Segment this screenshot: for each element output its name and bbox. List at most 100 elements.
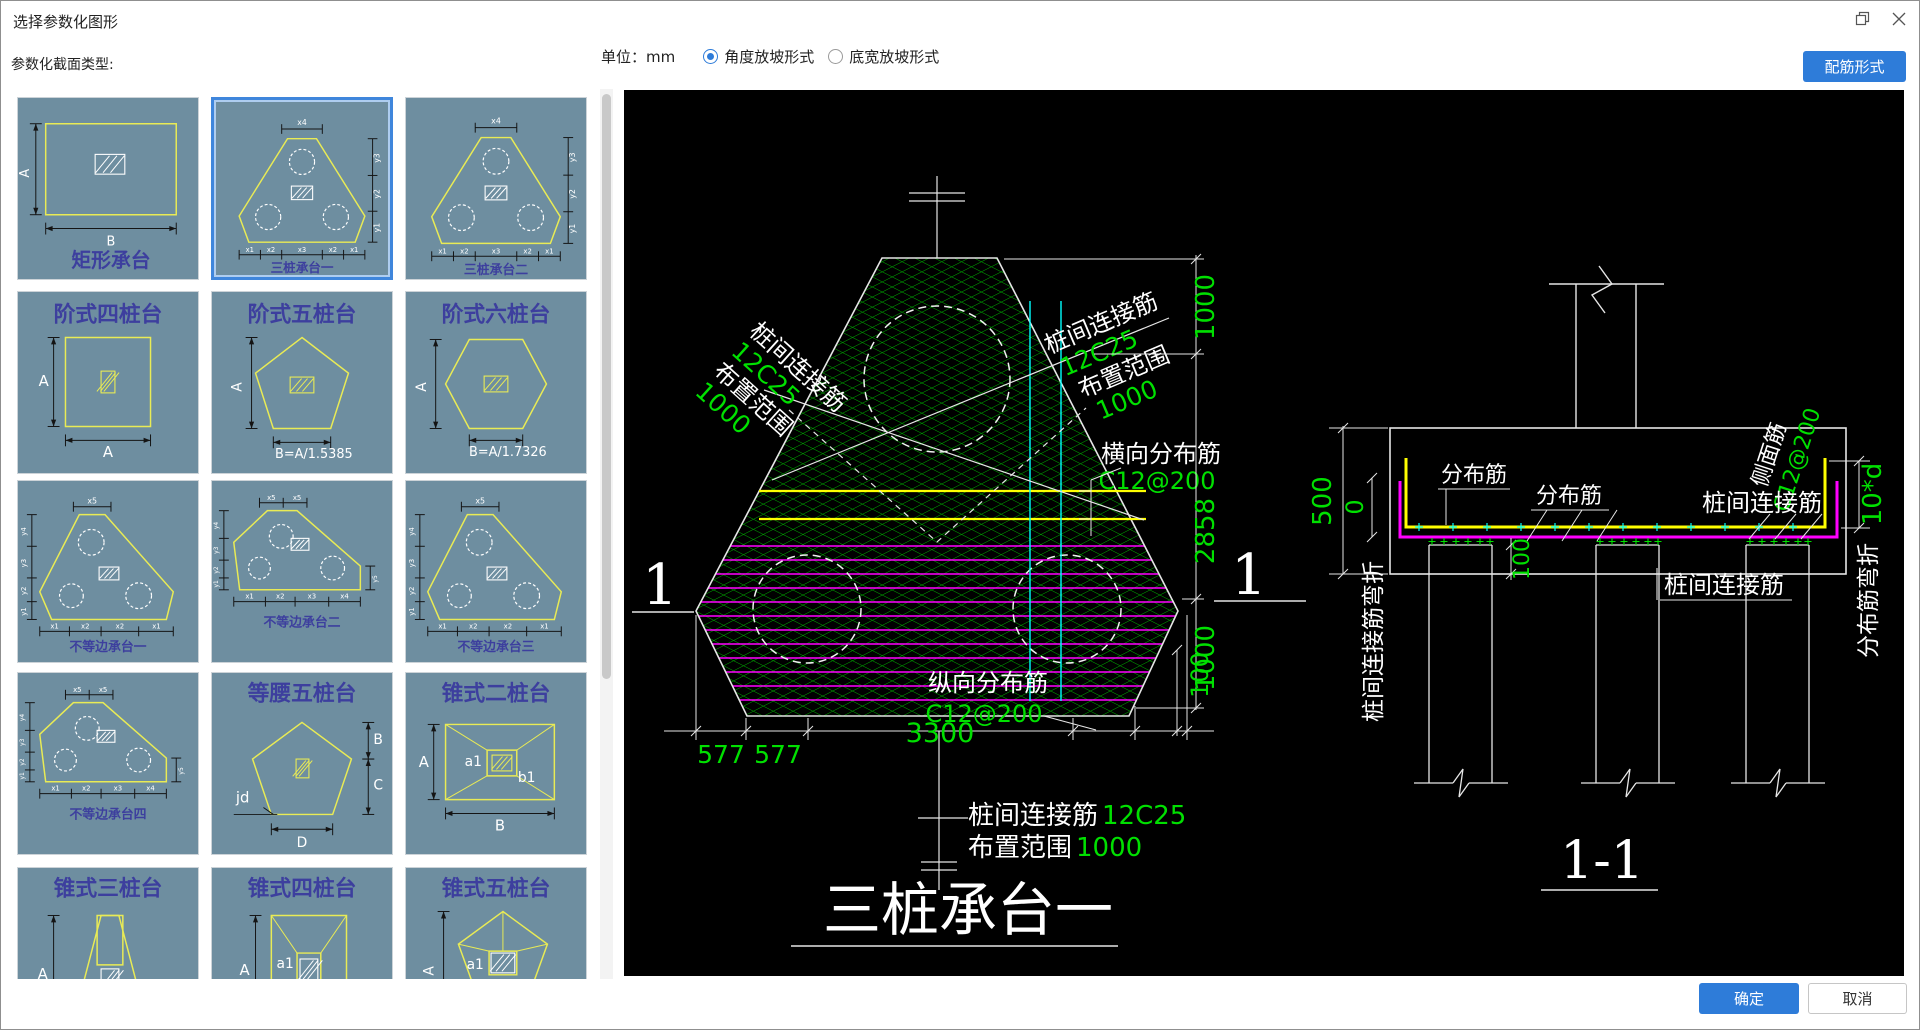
section-title: 1-1 [1560, 831, 1644, 891]
dim-100-lines [1171, 644, 1183, 737]
radio-bottomwidth-slope[interactable]: 底宽放坡形式 [828, 46, 939, 67]
thumb-dim-label: y2 [19, 758, 26, 766]
thumb-label: 阶式六桩台 [442, 302, 551, 328]
radio-bottomwidth-slope-label: 底宽放坡形式 [849, 48, 940, 66]
thumb-dim-label: y3 [20, 559, 28, 567]
thumb-dim-label: y1 [372, 223, 381, 233]
thumbnail: 锥式二桩台 a1 b1 A B [419, 681, 556, 834]
shape-tile[interactable]: A B 矩形承台 [17, 97, 199, 280]
thumb-label: 锥式二桩台 [442, 681, 551, 707]
thumb-label: 三桩承台二 [464, 262, 528, 278]
thumb-dim-label: A [422, 966, 438, 976]
thumb-label: 锥式四桩台 [248, 876, 357, 902]
thumb-dim-label: a1 [465, 754, 482, 770]
conn-bottom-label: 桩间连接筋 [1664, 571, 1784, 599]
shape-tile[interactable]: x5 x5 y4 y3 y2 y1 y5 x1 x2 x3 x4 不等边承台四 [17, 672, 199, 855]
close-icon[interactable] [1891, 11, 1907, 27]
ok-button[interactable]: 确定 [1699, 983, 1799, 1014]
thumbnail: 阶式四桩台 A A [39, 302, 163, 461]
transverse-label: 横向分布筋 [1101, 440, 1221, 468]
bottom-range-value: 1000 [1076, 833, 1142, 863]
thumbnail: x5 x5 y4 y3 y2 y1 y5 x1 x2 x3 x4 不等边承台二 [213, 494, 379, 631]
bottom-range-label: 布置范围 [968, 833, 1072, 863]
shape-tile[interactable]: x5 y4 y3 y2 y1 x1 x2 x2 x1 不等边承台一 [17, 480, 199, 663]
transverse-value: C12@200 [1098, 467, 1215, 495]
thumb-dim-label: A [240, 962, 251, 979]
rebar-ticks-green [1428, 538, 1812, 545]
shape-tile[interactable]: 等腰五桩台 jd B C D [211, 672, 393, 855]
thumb-dim-label: A [414, 382, 430, 392]
shape-tile[interactable]: x5 y4 y3 y2 y1 x1 x2 x2 x1 不等边承台三 [405, 480, 587, 663]
thumb-label: 不等边承台四 [69, 806, 146, 822]
thumb-label: 阶式四桩台 [54, 302, 163, 328]
thumb-dim-label: y3 [19, 738, 26, 746]
thumb-dim-label: y2 [213, 566, 220, 574]
thumb-label: 锥式三桩台 [54, 876, 163, 902]
thumb-dim-label: y4 [408, 527, 416, 535]
conn-bend-label: 桩间连接筋弯折 [1361, 561, 1387, 722]
shape-tile[interactable]: 锥式四桩台 Aa1 [211, 867, 393, 979]
bottom-note-leader [918, 731, 968, 890]
shape-tile[interactable]: x4 y3 y2 y1 x1 x2 x3 x2 x1 三桩承台二 [405, 97, 587, 280]
dim-label: 500 [1308, 476, 1338, 526]
thumbnail: 锥式四桩台 A a1 [240, 876, 357, 979]
scrollbar-thumb[interactable] [602, 94, 611, 679]
thumb-dim-label: B=A/1.7326 [469, 445, 547, 460]
radio-angle-slope[interactable]: 角度放坡形式 [703, 46, 814, 67]
unit-value: mm [646, 47, 676, 66]
thumbnail: x4 y3 y2 y1 x1 x2 x3 x2 x1 三桩承台一 [238, 118, 381, 275]
thumb-label: 锥式五桩台 [442, 876, 551, 902]
thumb-dim-label: x1 [51, 785, 59, 793]
shape-tile[interactable]: x5 x5 y4 y3 y2 y1 y5 x1 x2 x3 x4 不等边承台二 [211, 480, 393, 663]
thumb-dim-label: C [373, 778, 383, 794]
restore-window-icon[interactable] [1855, 11, 1871, 27]
thumb-dim-label: x3 [308, 593, 316, 601]
thumb-dim-label: x2 [329, 246, 337, 254]
shape-tile[interactable]: 阶式五桩台 A B=A/1.5385 [211, 291, 393, 474]
dist-label-2: 分布筋 [1536, 484, 1602, 509]
rebar-style-button[interactable]: 配筋形式 [1803, 51, 1906, 82]
thumb-dim-label: y3 [213, 546, 220, 554]
section-marker-left: 1 [642, 553, 678, 618]
thumb-dim-label: y1 [213, 580, 220, 588]
thumb-dim-label: x4 [297, 118, 307, 127]
thumb-dim-label: x3 [492, 247, 500, 255]
parametric-shape-dialog: 选择参数化图形 参数化截面类型: 单位： mm 角度放坡形式 底宽放坡形式 配筋… [0, 0, 1920, 1030]
thumb-dim-label: y3 [568, 152, 577, 162]
bottom-note-value: 12C25 [1102, 801, 1186, 831]
thumb-dim-label: x4 [491, 117, 501, 126]
thumb-dim-label: y1 [408, 607, 416, 615]
cad-canvas: 桩间连接筋 12C25 布置范围 1000 桩间连接筋 12C25 布置范围 1… [624, 90, 1904, 976]
thumb-dim-label: A [38, 966, 49, 979]
cancel-button[interactable]: 取消 [1808, 983, 1907, 1014]
thumbnail: x5 y4 y3 y2 y1 x1 x2 x2 x1 不等边承台三 [408, 497, 563, 655]
dim-label: 100 [1186, 652, 1214, 698]
thumbnail: 阶式五桩台 A B=A/1.5385 [230, 302, 357, 462]
section-marker-right: 1 [1231, 543, 1267, 608]
section-type-panel: A B 矩形承台 x4 y3 y2 y1 x1 x2 x3 x2 x1 三桩承台一 x4 y3 y2 y1 x1 x… [11, 89, 613, 979]
shape-tile[interactable]: 阶式四桩台 A A [17, 291, 199, 474]
shape-tile[interactable]: 阶式六桩台 A B=A/1.7326 [405, 291, 587, 474]
dialog-title: 选择参数化图形 [13, 13, 119, 31]
dim-label: 577 [697, 740, 745, 769]
conn-top-leader [1748, 513, 1823, 540]
shape-tile[interactable]: 锥式二桩台 a1 b1 A B [405, 672, 587, 855]
thumb-dim-label: x4 [146, 785, 154, 793]
shape-tile[interactable]: 锥式三桩台 Aa1 [17, 867, 199, 979]
thumb-dim-label: y4 [213, 522, 220, 530]
dim-label: 1000 [1191, 274, 1221, 340]
shape-tile[interactable]: 锥式五桩台 Aa1 [405, 867, 587, 979]
panel-scrollbar[interactable] [600, 89, 613, 979]
shape-tile[interactable]: x4 y3 y2 y1 x1 x2 x3 x2 x1 三桩承台一 [211, 97, 393, 280]
unit-label: 单位： [601, 48, 647, 66]
thumbnail: A B矩形承台 [18, 122, 177, 272]
thumb-dim-label: y4 [19, 714, 26, 722]
thumbnail: 等腰五桩台 jd B C D [233, 681, 383, 851]
dim-label: 0 [1341, 499, 1369, 514]
thumb-dim-label: y5 [178, 767, 185, 775]
thumbnail: 阶式六桩台 A B=A/1.7326 [414, 302, 551, 461]
thumb-label: 阶式五桩台 [248, 302, 357, 328]
dist-label-1: 分布筋 [1441, 463, 1507, 488]
dist-bend-label: 分布筋弯折 [1856, 543, 1882, 658]
thumb-label: 矩形承台 [71, 249, 150, 272]
